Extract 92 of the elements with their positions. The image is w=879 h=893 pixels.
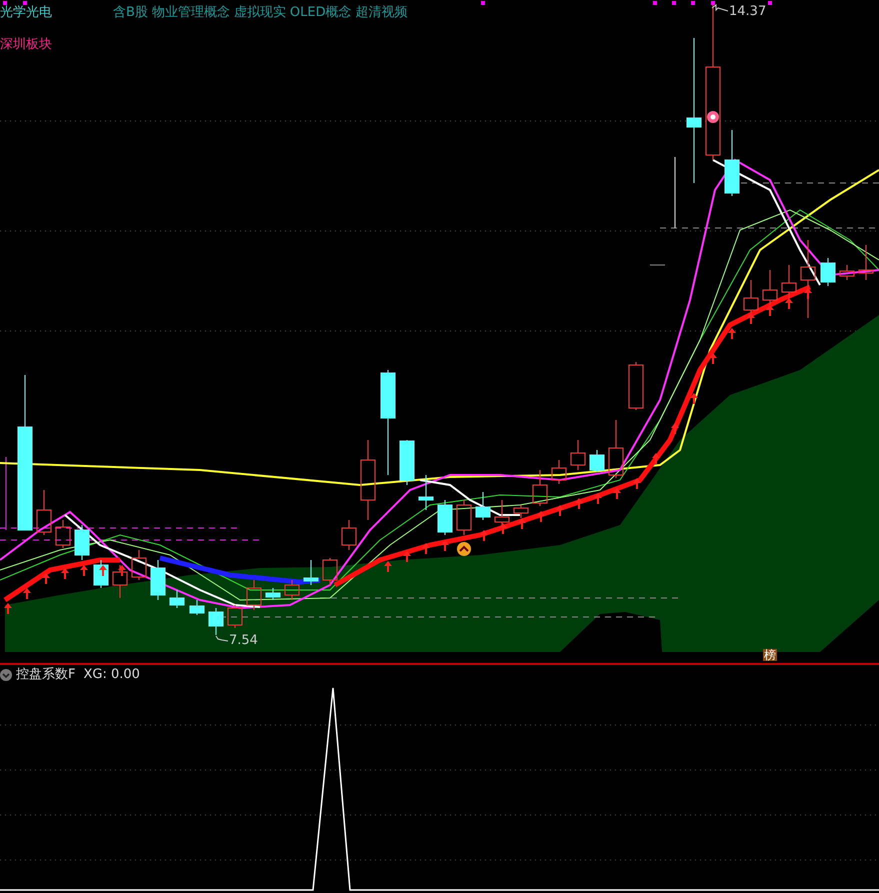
- up-arrow-icon: [747, 313, 755, 324]
- candlestick: [132, 550, 146, 580]
- up-arrow-icon: [633, 478, 641, 489]
- up-arrow-icon: [23, 588, 31, 599]
- marker-square: [691, 1, 695, 5]
- level-tick: [650, 264, 666, 266]
- up-arrow-icon: [556, 505, 564, 516]
- candlestick: [208, 608, 224, 636]
- candlestick: [858, 244, 874, 280]
- candlestick: [170, 590, 184, 608]
- up-arrow-icon: [766, 305, 774, 316]
- candlestick: [724, 130, 740, 196]
- up-arrow-icon: [384, 561, 392, 572]
- up-arrow-icon: [709, 353, 717, 364]
- candlestick: [456, 500, 472, 536]
- candlestick: [246, 580, 262, 610]
- candlestick: [304, 560, 318, 586]
- up-arrow-icon: [613, 488, 621, 499]
- up-arrow-icon: [480, 530, 488, 541]
- concept-tag: 物业管理概念: [152, 6, 230, 19]
- concept-tag: 含B股: [113, 6, 148, 19]
- up-arrow-icon: [671, 423, 679, 434]
- candlestick: [552, 460, 566, 484]
- range-line: [674, 156, 676, 228]
- candlestick: [56, 520, 70, 548]
- leader-line: [712, 4, 728, 12]
- marker-square: [672, 1, 676, 5]
- concept-tag: 超清视频: [356, 6, 408, 19]
- candlestick: [628, 362, 644, 410]
- candlestick: [744, 280, 758, 314]
- candlestick: [36, 490, 52, 536]
- up-arrow-icon: [690, 393, 698, 404]
- high-price-label: 14.37: [729, 5, 766, 18]
- marker-square: [3, 1, 7, 5]
- chevron-down-icon[interactable]: [0, 669, 12, 681]
- marker-square: [481, 1, 485, 5]
- up-arrow-icon: [785, 298, 793, 309]
- candlestick: [820, 258, 836, 286]
- chevron-up-icon: [457, 542, 471, 556]
- up-arrow-icon: [652, 453, 660, 464]
- candlestick: [322, 558, 338, 586]
- candlestick: [782, 264, 796, 298]
- candlestick: [342, 520, 356, 550]
- low-price-label: 7.54: [229, 634, 258, 647]
- candlestick: [570, 440, 586, 470]
- leader-line: [216, 636, 228, 642]
- concept-tag: 虚拟现实: [234, 6, 286, 19]
- concept-tag: OLED概念: [290, 6, 352, 19]
- candlestick: [150, 560, 166, 600]
- candlestick: [190, 600, 204, 616]
- indicator-name: 控盘系数F: [16, 666, 76, 684]
- candlestick: [266, 588, 280, 600]
- candlestick: [514, 504, 528, 518]
- candlestick: [112, 564, 128, 598]
- candlestick: [400, 440, 414, 486]
- up-arrow-icon: [118, 565, 126, 576]
- up-arrow-icon: [537, 511, 545, 522]
- candlestick: [94, 560, 108, 588]
- marker-square: [768, 1, 772, 5]
- marker-square: [653, 1, 657, 5]
- indicator-readout: XG: 0.00: [83, 666, 140, 684]
- rank-badge: 榜: [763, 649, 777, 661]
- candlestick: [590, 450, 604, 472]
- candlestick: [438, 500, 452, 536]
- marker-square: [23, 1, 27, 5]
- up-arrow-icon: [499, 523, 507, 534]
- up-arrow-icon: [804, 288, 812, 299]
- up-arrow-icon: [99, 565, 107, 576]
- up-arrow-icon: [575, 498, 583, 509]
- up-arrow-icon: [441, 540, 449, 551]
- candlestick: [608, 420, 624, 478]
- candlestick: [418, 474, 434, 510]
- up-arrow-icon: [422, 543, 430, 554]
- up-arrow-icon: [518, 518, 526, 529]
- up-arrow-icon: [61, 568, 69, 579]
- marker-square: [711, 1, 715, 5]
- candlestick: [284, 580, 300, 600]
- up-arrow-icon: [80, 565, 88, 576]
- up-arrow-icon: [728, 328, 736, 339]
- up-arrow-icon: [403, 551, 411, 562]
- industry-label: 光学光电: [0, 6, 52, 19]
- circle-marker-icon: [707, 111, 719, 123]
- candlestick: [74, 524, 90, 560]
- candlestick: [476, 492, 490, 520]
- candlestick: [840, 264, 854, 280]
- candlestick: [532, 470, 548, 506]
- up-arrow-icon: [42, 573, 50, 584]
- up-arrow-icon: [4, 603, 12, 614]
- candlestick: [228, 604, 242, 628]
- up-arrow-icon: [594, 493, 602, 504]
- region-label: 深圳板块: [0, 38, 52, 51]
- candlestick: [762, 270, 778, 306]
